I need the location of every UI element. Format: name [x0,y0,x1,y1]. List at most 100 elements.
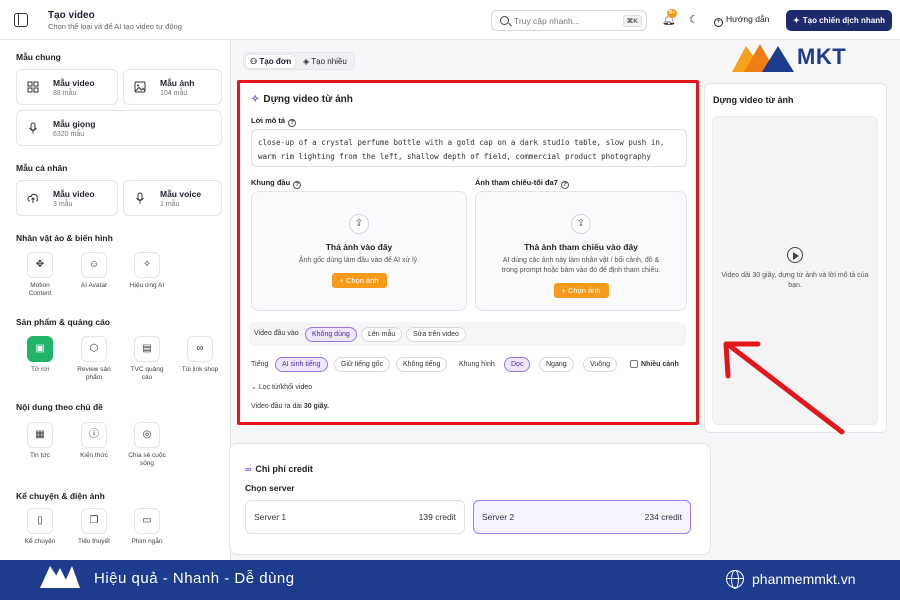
avatar-icon: ☺ [81,252,107,278]
footer-mkt-logo [40,566,80,596]
video-input-edit[interactable]: Sửa trên video [406,327,466,342]
section-topic: Nội dung theo chủ đề [16,402,103,412]
help-icon: + [714,18,723,27]
tool-news[interactable]: ▦ Tin tức [20,422,60,460]
tool-label: Review sản phẩm [77,366,111,381]
section-avatar: Nhân vật ảo & biến hình [16,233,113,243]
quick-search-input[interactable]: Truy cập nhanh... ⌘K [491,10,647,31]
tool-tvc-ad[interactable]: ▤ TVC quảng cáo [127,336,167,382]
tool-shop-link[interactable]: ∞ Túi link shop [180,336,220,374]
tool-life-share[interactable]: ◎ Chia sẻ cuộc sống [127,422,167,468]
template-image[interactable]: Mẫu ảnh 104 mẫu [123,69,222,105]
tool-product-review[interactable]: ⬡ Review sản phẩm [74,336,114,382]
audio-keep-original[interactable]: Giữ tiếng gốc [334,357,391,372]
reference-dropzone[interactable]: ⇪ Thả ảnh tham chiếu vào đây AI dùng các… [475,191,687,311]
tool-knowledge[interactable]: ⓘ Kiến thức [74,422,114,460]
template-name: Mẫu video [53,189,95,199]
prompt-textarea[interactable]: close-up of a crystal perfume bottle wit… [251,129,687,167]
frame-portrait[interactable]: Dọc [504,357,531,372]
pages-icon: ❐ [81,508,107,534]
form-title: ✧ Dựng video từ ảnh [251,94,353,105]
tool-motion-content[interactable]: ✥ Motion Content [20,252,60,298]
preview-title: Dựng video từ ảnh [713,95,794,105]
server-name: Server 2 [482,512,515,522]
sparkle-icon: ✦ [793,16,800,25]
server-option-2[interactable]: Server 2 234 credit [473,500,691,534]
tool-label: TVC quảng cáo [130,366,164,381]
audio-ai-generated[interactable]: AI sinh tiếng [275,357,328,372]
tab-multi[interactable]: ◈ Tạo nhiều [299,55,351,68]
help-icon[interactable]: ? [293,181,302,189]
frame-square[interactable]: Vuông [583,357,617,372]
audio-label: Tiếng [251,361,269,368]
tool-label: Tin tức [29,452,50,459]
section-common: Mẫu chung [16,52,61,62]
logo-text: MKT [797,44,847,69]
tool-label: Túi link shop [181,366,219,373]
dropzone-title: Thả ảnh tham chiếu vào đây [524,242,638,252]
tool-label: Motion Content [28,282,52,297]
newspaper-icon: ▦ [27,422,53,448]
frame-landscape[interactable]: Ngang [539,357,574,372]
clapper-icon: ▤ [134,336,160,362]
template-count: 3 mẫu [53,201,73,208]
sidebar-toggle-icon[interactable] [14,13,28,27]
first-frame-dropzone[interactable]: ⇪ Thả ảnh vào đây Ảnh gốc dùng làm đầu v… [251,191,467,311]
template-count: 1 mẫu [160,201,180,208]
mode-toggle: ⚇ Tạo đơn ◈ Tạo nhiều [243,52,355,70]
tool-short-film[interactable]: ▭ Phim ngắn [127,508,167,546]
video-input-label: Video đầu vào [254,330,299,337]
first-frame-label-text: Khung đầu [251,178,291,187]
sidebar: Mẫu chung Mẫu video 88 mẫu Mẫu ảnh 104 m… [0,40,231,560]
microphone-icon [136,192,144,204]
play-icon[interactable] [787,247,803,263]
globe-icon [726,570,744,589]
footer-website[interactable]: phanmemmkt.vn [752,571,855,587]
template-name: Mẫu giọng [53,119,96,129]
cost-title-text: Chi phí credit [255,464,313,474]
filter-label: Lọc từ/khối video [258,384,313,391]
video-input-template[interactable]: Lên mẫu [361,327,403,342]
personal-template-voice[interactable]: Mẫu voice 1 mẫu [123,180,222,216]
help-icon[interactable]: ? [560,181,569,189]
red-arrow-annotation [723,341,845,435]
cloud-upload-icon: ⇪ [571,214,591,234]
template-name: Mẫu ảnh [160,78,195,88]
tool-label: Kể chuyện [24,538,56,545]
cloud-upload-icon [27,193,39,203]
search-shortcut: ⌘K [622,15,642,27]
audio-none[interactable]: Không tiếng [396,357,448,372]
quick-campaign-button[interactable]: ✦ Tạo chiến dịch nhanh [786,10,892,31]
tool-ai-effect[interactable]: ✧ Hiệu ứng AI [127,252,167,290]
tab-single[interactable]: ⚇ Tạo đơn [246,55,296,68]
help-button[interactable]: + Hướng dẫn [714,14,769,27]
template-voice[interactable]: Mẫu giọng 6320 mẫu [16,110,222,146]
grid-icon [27,81,39,93]
tool-flyer[interactable]: ▣ Tờ rơi [20,336,60,374]
template-video[interactable]: Mẫu video 88 mẫu [16,69,118,105]
help-icon[interactable]: ? [288,119,297,127]
tool-novel[interactable]: ❐ Tiểu thuyết [74,508,114,546]
tool-storytelling[interactable]: ▯ Kể chuyện [20,508,60,546]
filter-toggle[interactable]: ⌄ Lọc từ/khối video [251,383,312,391]
server-option-1[interactable]: Server 1 139 credit [245,500,465,534]
tool-ai-avatar[interactable]: ☺ AI Avatar [74,252,114,290]
choose-image-button[interactable]: + Chọn ảnh [331,273,387,288]
search-icon [500,16,509,25]
image-icon [134,81,146,93]
moon-icon[interactable]: ☾ [689,13,699,26]
cloud-upload-icon: ⇪ [349,214,369,234]
personal-template-video[interactable]: Mẫu video 3 mẫu [16,180,118,216]
video-input-none[interactable]: Không dùng [305,327,357,342]
reference-label: Ảnh tham chiếu-tối đa7? [475,178,569,189]
cost-title: ∞ Chi phí credit [245,464,313,474]
chat-icon: ◎ [134,422,160,448]
template-count: 6320 mẫu [53,131,85,138]
multi-scene-checkbox[interactable] [630,360,638,368]
tool-label: Tờ rơi [31,366,49,373]
footer-slogan: Hiệu quả - Nhanh - Dễ dùng [94,570,295,587]
preview-text: Video dài 30 giây, dựng từ ảnh và lời mô… [721,272,869,289]
output-value: 30 giây. [303,403,329,410]
dropzone-desc: AI dùng các ảnh này làm nhân vật / bối c… [501,257,661,274]
choose-reference-button[interactable]: + Chọn ảnh [553,283,609,298]
